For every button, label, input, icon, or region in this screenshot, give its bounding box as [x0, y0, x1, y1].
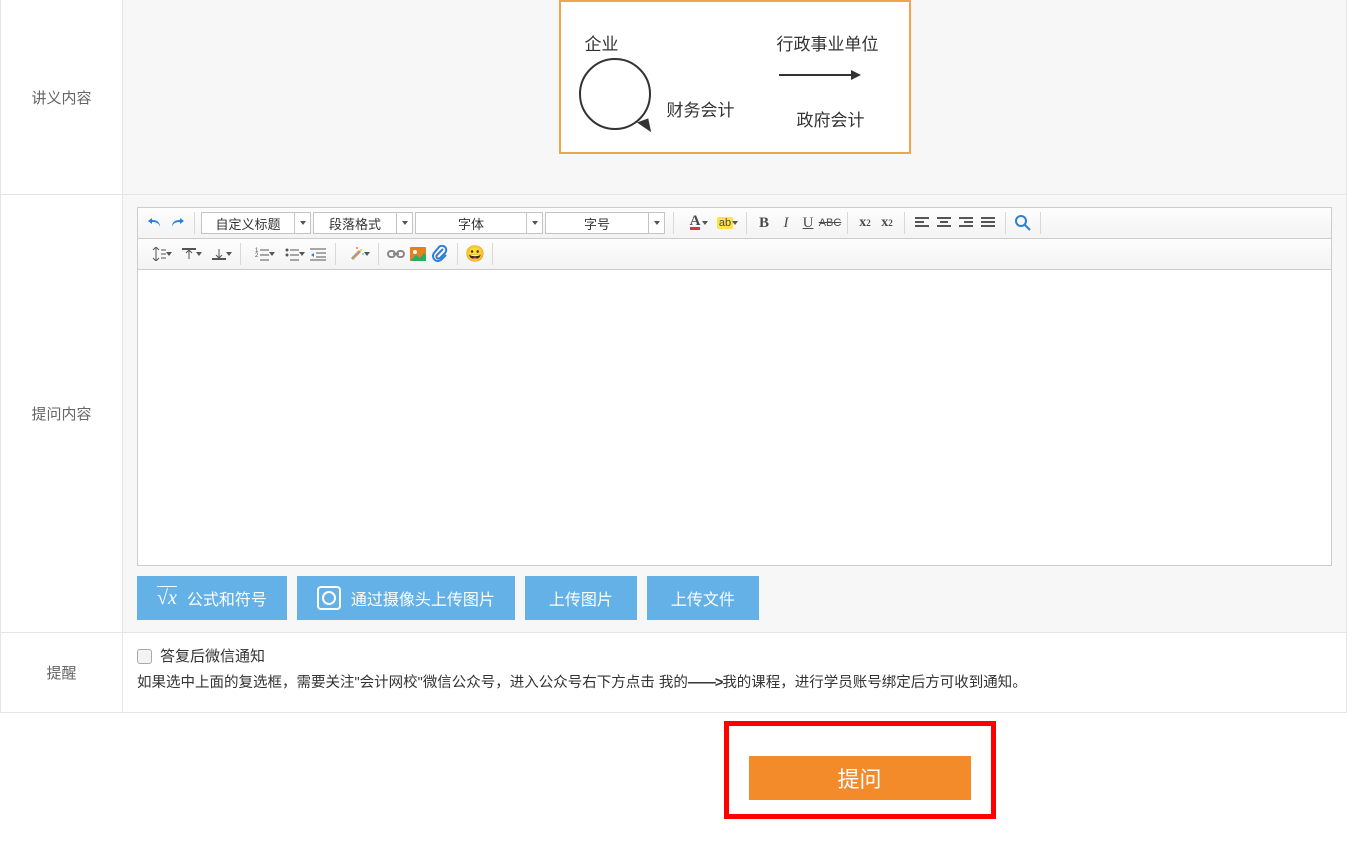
reminder-content: 答复后微信通知 如果选中上面的复选框，需要关注"会计网校"微信公众号，进入公众号…: [123, 633, 1346, 712]
wechat-notify-label: 答复后微信通知: [160, 643, 265, 670]
diagram-top-right: 行政事业单位: [777, 30, 879, 55]
subscript-button[interactable]: x2: [876, 212, 898, 234]
toolbar-separator: [240, 243, 241, 265]
diagram-top-left: 企业: [585, 30, 619, 55]
font-select[interactable]: 字体: [415, 212, 543, 234]
wechat-notify-line: 答复后微信通知: [137, 643, 1332, 670]
outdent-button[interactable]: [307, 243, 329, 265]
row-spacing-top-button[interactable]: [174, 243, 204, 265]
underline-button[interactable]: U: [797, 212, 819, 234]
align-left-button[interactable]: [911, 212, 933, 234]
paragraph-select[interactable]: 段落格式: [313, 212, 413, 234]
reminder-row: 提醒 答复后微信通知 如果选中上面的复选框，需要关注"会计网校"微信公众号，进入…: [0, 633, 1347, 713]
toolbar-separator: [335, 243, 336, 265]
lecture-content: 企业 行政事业单位 财务会计 政府会计: [123, 0, 1346, 194]
submit-highlight-box: 提问: [724, 721, 996, 819]
toolbar-separator: [492, 243, 493, 265]
align-right-button[interactable]: [955, 212, 977, 234]
align-center-button[interactable]: [933, 212, 955, 234]
toolbar-separator: [1040, 212, 1041, 234]
forecolor-button[interactable]: A: [680, 212, 710, 234]
custom-title-select[interactable]: 自定义标题: [201, 212, 311, 234]
search-button[interactable]: [1012, 212, 1034, 234]
upload-file-label: 上传文件: [671, 586, 735, 610]
toolbar-separator: [457, 243, 458, 265]
lecture-diagram: 企业 行政事业单位 财务会计 政府会计: [559, 0, 911, 154]
formula-label: 公式和符号: [187, 586, 267, 610]
strikethrough-button[interactable]: ABC: [819, 212, 841, 234]
image-button[interactable]: [407, 243, 429, 265]
question-label: 提问内容: [1, 195, 123, 632]
toolbar-separator: [1005, 212, 1006, 234]
reminder-hint: 如果选中上面的复选框，需要关注"会计网校"微信公众号，进入公众号右下方点击 我的…: [137, 670, 1332, 696]
upload-image-button[interactable]: 上传图片: [525, 576, 637, 620]
editor-section: 自定义标题 段落格式 字体 字号 A ab B I U ABC x2 x2: [123, 195, 1346, 632]
toolbar-separator: [194, 212, 195, 234]
upload-file-button[interactable]: 上传文件: [647, 576, 759, 620]
lecture-label: 讲义内容: [1, 0, 123, 194]
editor-textarea[interactable]: [137, 270, 1332, 566]
lecture-row: 讲义内容 企业 行政事业单位 财务会计 政府会计: [0, 0, 1347, 195]
toolbar-separator: [378, 243, 379, 265]
submit-button[interactable]: 提问: [749, 756, 971, 800]
toolbar-separator: [904, 212, 905, 234]
editor-toolbar-row1: 自定义标题 段落格式 字体 字号 A ab B I U ABC x2 x2: [137, 207, 1332, 239]
emoji-button[interactable]: 😀: [464, 243, 486, 265]
toolbar-separator: [847, 212, 848, 234]
align-justify-button[interactable]: [977, 212, 999, 234]
diagram-circle-icon: [579, 58, 651, 130]
submit-section: 提问: [0, 713, 1347, 819]
superscript-button[interactable]: x2: [854, 212, 876, 234]
attachment-button[interactable]: [429, 243, 451, 265]
camera-icon: [317, 586, 341, 610]
upload-buttons-row: √x 公式和符号 通过摄像头上传图片 上传图片 上传文件: [137, 566, 1332, 620]
toolbar-separator: [673, 212, 674, 234]
undo-icon[interactable]: [144, 212, 166, 234]
diagram-bottom-left: 财务会计: [667, 96, 735, 121]
formula-button[interactable]: √x 公式和符号: [137, 576, 287, 620]
reminder-label: 提醒: [1, 633, 123, 712]
svg-text:2: 2: [255, 253, 259, 259]
row-spacing-bottom-button[interactable]: [204, 243, 234, 265]
editor-toolbar-row2: 12 😀: [137, 239, 1332, 270]
diagram-arrow-icon: [779, 74, 859, 76]
toolbar-separator: [746, 212, 747, 234]
question-row: 提问内容 自定义标题 段落格式 字体 字号 A ab B I: [0, 195, 1347, 633]
ordered-list-button[interactable]: 12: [247, 243, 277, 265]
magic-format-button[interactable]: [342, 243, 372, 265]
upload-image-label: 上传图片: [549, 586, 613, 610]
camera-upload-label: 通过摄像头上传图片: [351, 586, 495, 610]
unordered-list-button[interactable]: [277, 243, 307, 265]
redo-icon[interactable]: [166, 212, 188, 234]
line-height-button[interactable]: [144, 243, 174, 265]
backcolor-button[interactable]: ab: [710, 212, 740, 234]
italic-button[interactable]: I: [775, 212, 797, 234]
formula-icon: √x: [157, 587, 177, 610]
bold-button[interactable]: B: [753, 212, 775, 234]
camera-upload-button[interactable]: 通过摄像头上传图片: [297, 576, 515, 620]
wechat-notify-checkbox[interactable]: [137, 649, 152, 664]
size-select[interactable]: 字号: [545, 212, 665, 234]
link-button[interactable]: [385, 243, 407, 265]
diagram-bottom-right: 政府会计: [797, 106, 865, 131]
